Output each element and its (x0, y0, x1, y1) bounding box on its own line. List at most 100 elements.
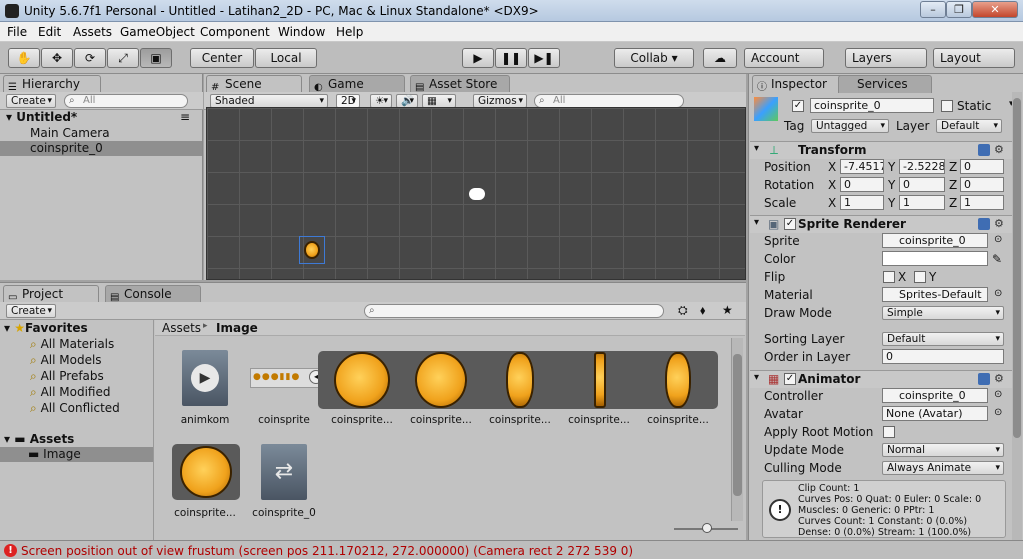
sorting-layer-dropdown[interactable]: Default (882, 332, 1004, 346)
hierarchy-search-input[interactable]: ⌕ All (64, 94, 188, 108)
scrollbar-thumb[interactable] (1013, 98, 1021, 438)
favorite-item[interactable]: ⌕ All Conflicted (30, 401, 120, 416)
object-picker-icon[interactable]: ⊙ (994, 234, 1002, 245)
inspector-scrollbar[interactable] (1012, 92, 1022, 540)
pivot-local-button[interactable]: Local (255, 48, 317, 68)
color-swatch[interactable] (882, 251, 988, 266)
object-picker-icon[interactable]: ⊙ (994, 389, 1002, 400)
flip-y-checkbox[interactable] (914, 271, 926, 283)
minimize-button[interactable]: – (920, 1, 946, 18)
favorite-item[interactable]: ⌕ All Modified (30, 385, 110, 400)
static-checkbox[interactable] (941, 100, 953, 112)
audio-toggle-icon[interactable]: 🔊 (396, 94, 418, 108)
gear-icon[interactable]: ⚙ (994, 143, 1004, 156)
menu-file[interactable]: File (7, 25, 27, 39)
favorite-item[interactable]: ⌕ All Materials (30, 337, 114, 352)
rotation-x-field[interactable]: 0 (840, 177, 884, 192)
position-y-field[interactable]: -2.5228 (899, 159, 945, 174)
effects-dropdown-icon[interactable]: ▦ (422, 94, 456, 108)
project-search-input[interactable]: ⌕ (364, 304, 664, 318)
menu-help[interactable]: Help (336, 25, 363, 39)
favorite-item[interactable]: ⌕ All Models (30, 353, 102, 368)
scale-y-field[interactable]: 1 (899, 195, 945, 210)
rotation-y-field[interactable]: 0 (899, 177, 945, 192)
object-picker-icon[interactable]: ⊙ (994, 407, 1002, 418)
help-book-icon[interactable] (978, 218, 990, 230)
tab-services[interactable]: Services (838, 75, 932, 93)
favorite-item[interactable]: ⌕ All Prefabs (30, 369, 104, 384)
assets-folder[interactable]: ▾ ▬ Assets (4, 432, 74, 446)
lighting-toggle-icon[interactable]: ☀ (370, 94, 392, 108)
object-name-field[interactable]: coinsprite_0 (810, 98, 934, 113)
fold-arrow-icon[interactable]: ▾ (754, 143, 759, 154)
culling-mode-dropdown[interactable]: Always Animate (882, 461, 1004, 475)
breadcrumb-current[interactable]: Image (216, 321, 258, 335)
close-button[interactable]: ✕ (972, 1, 1018, 18)
sprite-field[interactable]: coinsprite_0 (882, 233, 988, 248)
coin-sprite-thumb[interactable] (594, 352, 606, 408)
scale-x-field[interactable]: 1 (840, 195, 884, 210)
rect-tool-icon[interactable]: ▣ (140, 48, 172, 68)
tab-hierarchy[interactable]: ☰ Hierarchy (3, 75, 101, 93)
collab-button[interactable]: Collab ▾ (614, 48, 694, 68)
pause-button[interactable]: ❚❚ (495, 48, 527, 68)
coin-sprite-thumb[interactable] (334, 352, 390, 408)
tab-console[interactable]: ▤ Console (105, 285, 201, 303)
project-scrollbar[interactable] (731, 338, 743, 521)
scrollbar-thumb[interactable] (733, 354, 742, 496)
object-picker-icon[interactable]: ⊙ (994, 288, 1002, 299)
hierarchy-item-selected[interactable]: coinsprite_0 (0, 141, 202, 156)
menu-assets[interactable]: Assets (73, 25, 112, 39)
coin-sprite-thumb[interactable] (180, 446, 232, 498)
slider-handle[interactable] (702, 523, 712, 533)
play-button[interactable]: ▶ (462, 48, 494, 68)
menu-gameobject[interactable]: GameObject (120, 25, 195, 39)
sprite-renderer-enabled-checkbox[interactable]: ✓ (784, 218, 796, 230)
favorite-star-icon[interactable]: ★ (722, 303, 733, 317)
camera-gizmo-icon[interactable] (469, 188, 485, 200)
apply-root-motion-checkbox[interactable] (883, 426, 895, 438)
rotation-z-field[interactable]: 0 (960, 177, 1004, 192)
tab-game[interactable]: ◐ Game (309, 75, 405, 93)
animation-asset-thumb[interactable]: ▶ (182, 350, 228, 406)
material-field[interactable]: Sprites-Default (882, 287, 988, 302)
pivot-center-button[interactable]: Center (190, 48, 254, 68)
layout-dropdown[interactable]: Layout (933, 48, 1015, 68)
breadcrumb-root[interactable]: Assets (162, 321, 201, 335)
cloud-icon[interactable]: ☁ (703, 48, 737, 68)
scale-z-field[interactable]: 1 (960, 195, 1004, 210)
rotate-tool-icon[interactable]: ⟳ (74, 48, 106, 68)
maximize-button[interactable]: ❐ (946, 1, 972, 18)
shading-mode-dropdown[interactable]: Shaded (210, 94, 328, 108)
tag-dropdown[interactable]: Untagged (811, 119, 889, 133)
filter-type-icon[interactable]: ⛭ (678, 303, 688, 318)
project-create-dropdown[interactable]: Create (6, 304, 56, 318)
hierarchy-item[interactable]: Main Camera (30, 126, 110, 140)
fold-arrow-icon[interactable]: ▾ (754, 217, 759, 228)
update-mode-dropdown[interactable]: Normal (882, 443, 1004, 457)
active-checkbox[interactable]: ✓ (792, 100, 804, 112)
toggle-2d-button[interactable]: 2D (336, 94, 360, 108)
coin-sprite-thumb[interactable] (665, 352, 691, 408)
favorites-header[interactable]: ▾ ★Favorites (4, 321, 88, 335)
account-dropdown[interactable]: Account (744, 48, 824, 68)
scene-menu-icon[interactable]: ≡ (180, 110, 190, 124)
layers-dropdown[interactable]: Layers (845, 48, 927, 68)
hierarchy-create-dropdown[interactable]: Create (6, 94, 56, 108)
avatar-field[interactable]: None (Avatar) (882, 406, 988, 421)
gear-icon[interactable]: ⚙ (994, 217, 1004, 230)
selected-sprite-rect[interactable] (299, 236, 325, 264)
controller-field[interactable]: coinsprite_0 (882, 388, 988, 403)
flip-x-checkbox[interactable] (883, 271, 895, 283)
layer-dropdown[interactable]: Default (936, 119, 1002, 133)
menu-edit[interactable]: Edit (38, 25, 61, 39)
eyedropper-icon[interactable]: ✎ (992, 252, 1002, 266)
scene-root[interactable]: ▾ Untitled* (6, 110, 77, 124)
filter-label-icon[interactable]: ⬧ (700, 303, 705, 318)
help-book-icon[interactable] (978, 144, 990, 156)
help-book-icon[interactable] (978, 373, 990, 385)
tab-scene[interactable]: # Scene (206, 75, 302, 93)
coin-sprite-thumb[interactable] (415, 352, 467, 408)
status-bar[interactable]: ! Screen position out of view frustum (s… (0, 540, 1023, 559)
move-tool-icon[interactable]: ✥ (41, 48, 73, 68)
